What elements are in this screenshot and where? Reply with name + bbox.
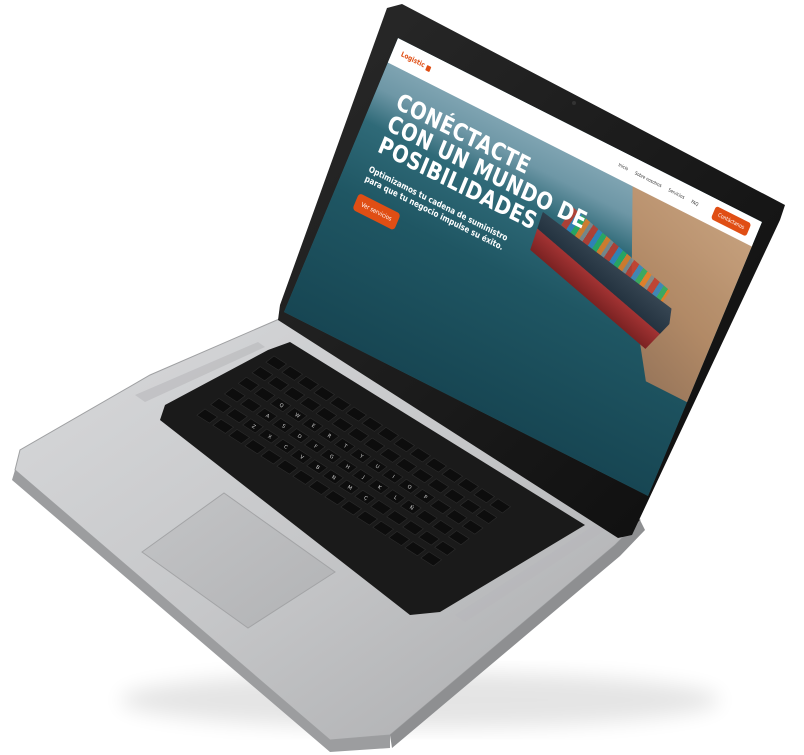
nav-item-inicio[interactable]: Inicio [618,162,629,172]
truck-icon [425,64,432,72]
site-logo[interactable]: Logistic [400,51,432,73]
nav-item-servicios[interactable]: Servicios [668,187,686,200]
laptop-mockup: QWERTYUIOPASDFGHJKLÑZXCVBNMÇ Logistic In… [0,0,804,755]
nav-item-sobre-nosotros[interactable]: Sobre nosotros [634,170,663,188]
logo-text: Logistic [399,50,426,70]
camera-dot [572,101,576,105]
nav-item-faq[interactable]: FAQ [690,199,699,207]
